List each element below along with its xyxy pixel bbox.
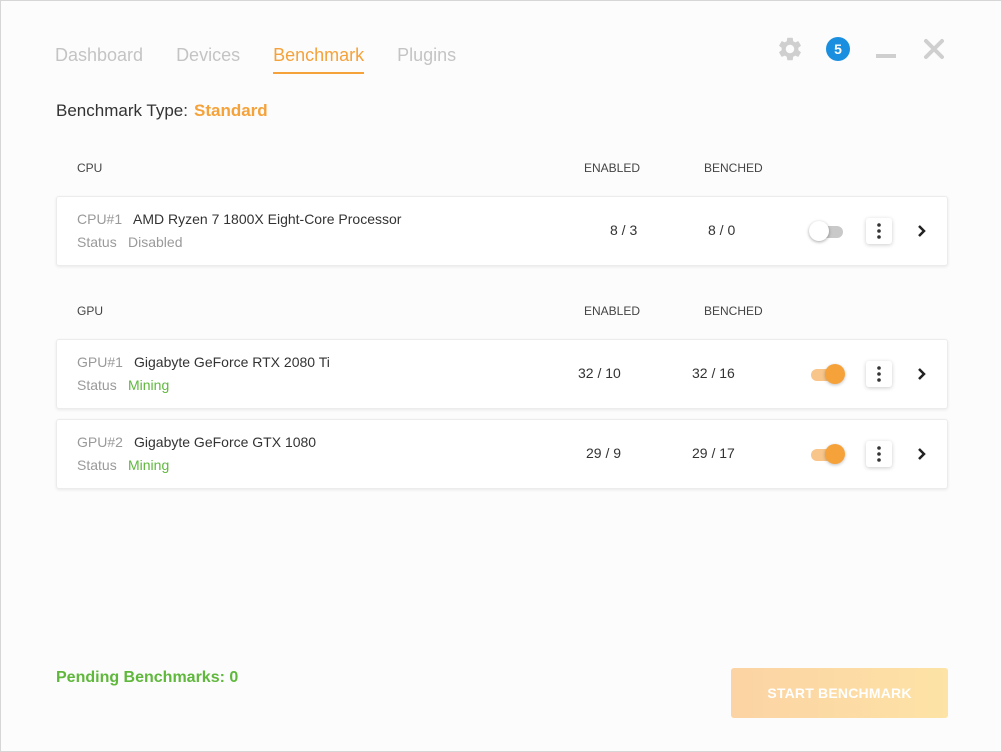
tab-plugins[interactable]: Plugins: [397, 45, 456, 74]
more-vertical-icon: [877, 366, 881, 382]
device-name: Gigabyte GeForce RTX 2080 Ti: [134, 354, 330, 370]
device-enable-toggle[interactable]: [809, 363, 845, 385]
enabled-count: 8 / 3: [610, 222, 638, 238]
expand-button[interactable]: [915, 444, 929, 464]
status-value: Disabled: [128, 234, 183, 250]
tab-devices[interactable]: Devices: [176, 45, 240, 74]
enabled-column-header: ENABLED: [584, 304, 641, 318]
benchmark-type: Benchmark Type: Standard: [56, 101, 268, 121]
device-row-gpu1: GPU#1 Gigabyte GeForce RTX 2080 Ti Statu…: [56, 339, 948, 409]
gear-icon: [779, 37, 801, 61]
gpu-section-header: GPU ENABLED BENCHED: [56, 304, 948, 324]
app-window: Dashboard Devices Benchmark Plugins 5 Be…: [0, 0, 1002, 752]
enabled-column-header: ENABLED: [584, 161, 641, 175]
tab-benchmark[interactable]: Benchmark: [273, 45, 365, 74]
benched-column-header: BENCHED: [704, 161, 763, 175]
device-menu-button[interactable]: [866, 361, 892, 387]
chevron-right-icon: [918, 448, 926, 460]
pending-benchmarks: Pending Benchmarks: 0: [56, 669, 239, 686]
status-label: Status: [77, 234, 117, 250]
benched-column-header: BENCHED: [704, 304, 763, 318]
benched-count: 29 / 17: [692, 445, 735, 461]
device-index: CPU#1: [77, 211, 123, 227]
enabled-count: 32 / 10: [578, 365, 621, 381]
device-menu-button[interactable]: [866, 218, 892, 244]
chevron-right-icon: [918, 368, 926, 380]
minimize-icon: [876, 54, 896, 58]
device-enable-toggle[interactable]: [809, 443, 845, 465]
device-name: AMD Ryzen 7 1800X Eight-Core Processor: [133, 211, 402, 227]
tab-dashboard[interactable]: Dashboard: [55, 45, 143, 74]
device-enable-toggle[interactable]: [809, 220, 845, 242]
close-button[interactable]: [919, 34, 949, 64]
enabled-count: 29 / 9: [586, 445, 622, 461]
expand-button[interactable]: [915, 364, 929, 384]
cpu-section-header: CPU ENABLED BENCHED: [56, 161, 948, 181]
status-label: Status: [77, 377, 117, 393]
window-controls: 5: [775, 34, 949, 64]
gpu-section-title: GPU: [77, 304, 104, 318]
main-nav: Dashboard Devices Benchmark Plugins: [55, 45, 456, 74]
status-label: Status: [77, 457, 117, 473]
status-value: Mining: [128, 377, 170, 393]
device-row-cpu1: CPU#1 AMD Ryzen 7 1800X Eight-Core Proce…: [56, 196, 948, 266]
benchmark-type-selector[interactable]: Standard: [194, 101, 268, 120]
notification-badge: 5: [826, 37, 850, 61]
notifications-button[interactable]: 5: [823, 34, 853, 64]
start-benchmark-button[interactable]: START BENCHMARK: [731, 668, 948, 718]
chevron-right-icon: [918, 225, 926, 237]
status-value: Mining: [128, 457, 170, 473]
minimize-button[interactable]: [871, 34, 901, 64]
settings-button[interactable]: [775, 34, 805, 64]
device-row-gpu2: GPU#2 Gigabyte GeForce GTX 1080 Status M…: [56, 419, 948, 489]
benched-count: 32 / 16: [692, 365, 735, 381]
more-vertical-icon: [877, 446, 881, 462]
expand-button[interactable]: [915, 221, 929, 241]
cpu-section-title: CPU: [77, 161, 103, 175]
device-index: GPU#1: [77, 354, 123, 370]
more-vertical-icon: [877, 223, 881, 239]
close-icon: [924, 39, 944, 59]
benched-count: 8 / 0: [708, 222, 736, 238]
benchmark-type-label: Benchmark Type:: [56, 101, 188, 120]
device-menu-button[interactable]: [866, 441, 892, 467]
device-index: GPU#2: [77, 434, 123, 450]
device-name: Gigabyte GeForce GTX 1080: [134, 434, 317, 450]
